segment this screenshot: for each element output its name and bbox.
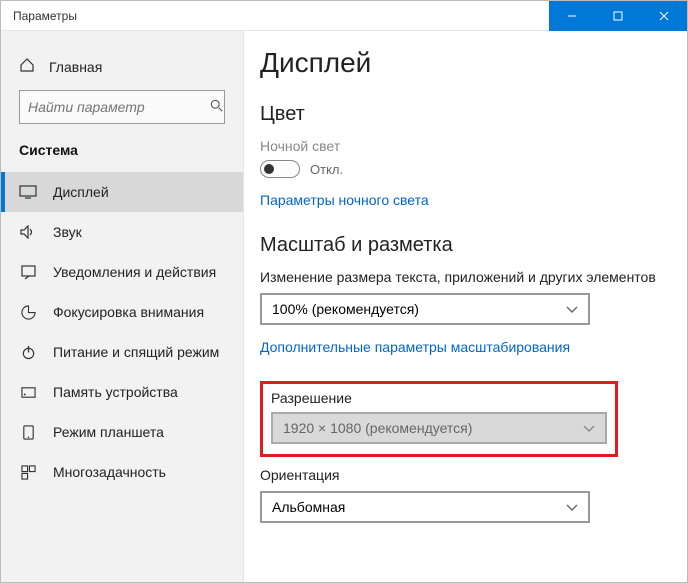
sidebar-item-focus[interactable]: Фокусировка внимания xyxy=(1,292,243,332)
resolution-value: 1920 × 1080 (рекомендуется) xyxy=(283,420,472,436)
sidebar-item-label: Многозадачность xyxy=(53,464,166,480)
resolution-dropdown[interactable]: 1920 × 1080 (рекомендуется) xyxy=(271,412,607,444)
sidebar-item-notifications[interactable]: Уведомления и действия xyxy=(1,252,243,292)
orientation-label: Ориентация xyxy=(260,467,687,483)
tablet-icon xyxy=(19,425,37,440)
sidebar-item-label: Питание и спящий режим xyxy=(53,344,219,360)
scale-dropdown[interactable]: 100% (рекомендуется) xyxy=(260,293,590,325)
night-light-toggle[interactable] xyxy=(260,160,300,178)
scale-heading: Масштаб и разметка xyxy=(260,234,687,257)
sidebar-item-label: Память устройства xyxy=(53,384,178,400)
window-controls xyxy=(549,1,687,31)
section-label: Система xyxy=(1,142,243,172)
resolution-highlight: Разрешение 1920 × 1080 (рекомендуется) xyxy=(260,381,618,457)
night-light-state: Откл. xyxy=(310,162,343,177)
maximize-button[interactable] xyxy=(595,1,641,31)
search-input[interactable] xyxy=(19,90,225,124)
window-title: Параметры xyxy=(1,9,549,23)
sidebar-item-label: Уведомления и действия xyxy=(53,264,216,280)
nav-list: Дисплей Звук Уведомления и действия Фоку… xyxy=(1,172,243,492)
power-icon xyxy=(19,345,37,360)
search-field[interactable] xyxy=(28,99,210,115)
minimize-button[interactable] xyxy=(549,1,595,31)
night-light-settings-link[interactable]: Параметры ночного света xyxy=(260,192,429,208)
scale-value: 100% (рекомендуется) xyxy=(272,301,419,317)
sidebar-item-label: Дисплей xyxy=(53,184,109,200)
home-icon xyxy=(19,57,35,76)
storage-icon xyxy=(19,385,37,400)
chevron-down-icon xyxy=(583,420,595,436)
home-label: Главная xyxy=(49,59,102,75)
chevron-down-icon xyxy=(566,301,578,317)
night-light-label: Ночной свет xyxy=(260,138,687,154)
sidebar-item-display[interactable]: Дисплей xyxy=(1,172,243,212)
home-link[interactable]: Главная xyxy=(1,49,243,90)
multitasking-icon xyxy=(19,465,37,480)
search-icon xyxy=(210,99,224,116)
sidebar-item-sound[interactable]: Звук xyxy=(1,212,243,252)
orientation-dropdown[interactable]: Альбомная xyxy=(260,491,590,523)
resolution-label: Разрешение xyxy=(271,390,607,406)
close-button[interactable] xyxy=(641,1,687,31)
main-panel: Дисплей Цвет Ночной свет Откл. Параметры… xyxy=(244,31,687,582)
sidebar-item-power[interactable]: Питание и спящий режим xyxy=(1,332,243,372)
chevron-down-icon xyxy=(566,499,578,515)
sidebar-item-label: Режим планшета xyxy=(53,424,164,440)
sidebar-item-multitasking[interactable]: Многозадачность xyxy=(1,452,243,492)
display-icon xyxy=(19,185,37,199)
focus-icon xyxy=(19,305,37,320)
page-title: Дисплей xyxy=(260,47,687,79)
titlebar: Параметры xyxy=(1,1,687,31)
scale-label: Изменение размера текста, приложений и д… xyxy=(260,269,687,285)
color-heading: Цвет xyxy=(260,103,687,126)
sidebar-item-label: Звук xyxy=(53,224,82,240)
sidebar-item-tablet[interactable]: Режим планшета xyxy=(1,412,243,452)
orientation-value: Альбомная xyxy=(272,499,345,515)
sound-icon xyxy=(19,225,37,239)
sidebar: Главная Система Дисплей Звук Уведомле xyxy=(1,31,244,582)
advanced-scaling-link[interactable]: Дополнительные параметры масштабирования xyxy=(260,339,570,355)
sidebar-item-label: Фокусировка внимания xyxy=(53,304,204,320)
sidebar-item-storage[interactable]: Память устройства xyxy=(1,372,243,412)
notifications-icon xyxy=(19,265,37,280)
